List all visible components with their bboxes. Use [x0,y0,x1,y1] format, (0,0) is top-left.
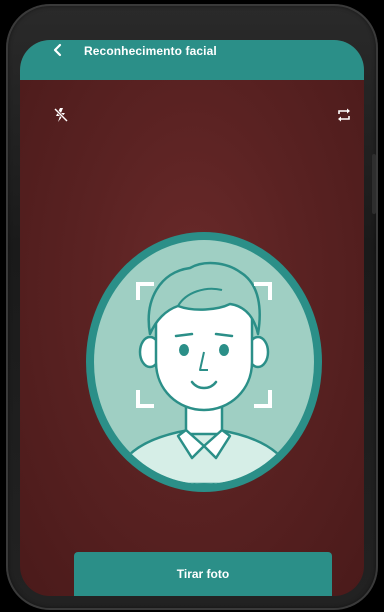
switch-camera-icon [336,108,352,127]
stage: Reconhecimento facial Tirar foto [0,0,384,612]
flash-toggle-button[interactable] [50,106,72,128]
page-title: Reconhecimento facial [84,44,217,58]
face-avatar-icon [112,261,296,484]
back-button[interactable] [46,40,70,64]
chevron-left-icon [52,43,64,62]
flash-off-icon [53,107,69,128]
switch-camera-button[interactable] [333,106,355,128]
face-guide-oval [86,232,322,492]
phone-side-button [372,154,376,214]
take-photo-button[interactable]: Tirar foto [74,552,332,596]
face-guide-inner [94,240,314,484]
camera-screen: Reconhecimento facial Tirar foto [20,40,364,596]
app-bar: Reconhecimento facial [20,40,364,80]
